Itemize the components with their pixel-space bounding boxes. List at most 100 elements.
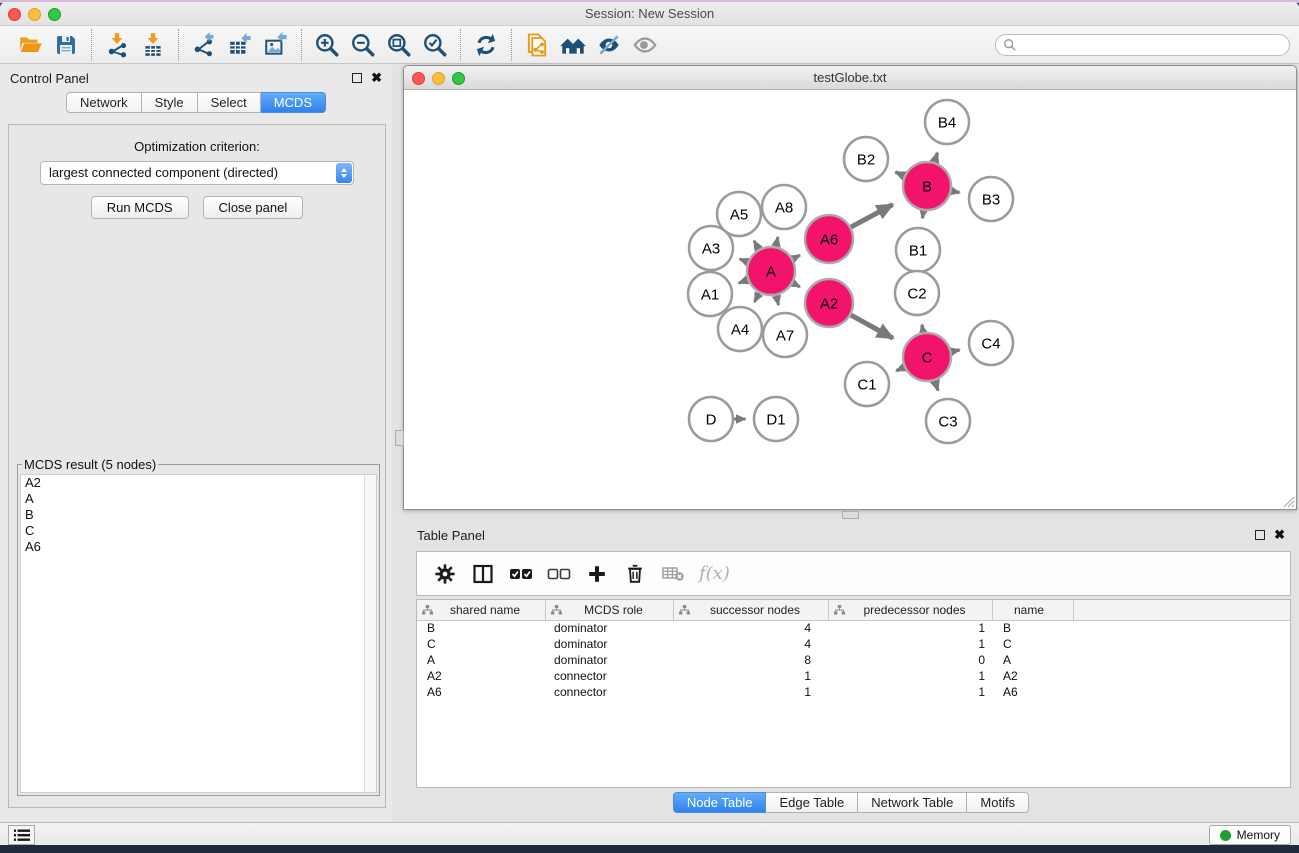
graph-edge-B-B2[interactable] — [895, 172, 904, 176]
save-session-button[interactable] — [48, 29, 84, 61]
table-tab-edge-table[interactable]: Edge Table — [766, 792, 858, 813]
table-cell[interactable]: dominator — [546, 653, 674, 669]
column-header-successor-nodes[interactable]: successor nodes — [674, 600, 829, 620]
graph-node-D1[interactable]: D1 — [754, 397, 798, 441]
graph-edge-A-A8[interactable] — [776, 237, 778, 247]
run-mcds-button[interactable]: Run MCDS — [91, 196, 189, 219]
column-header-MCDS-role[interactable]: MCDS role — [546, 600, 674, 620]
column-header-name[interactable]: name — [993, 600, 1074, 620]
refresh-button[interactable] — [468, 29, 504, 61]
export-table-button[interactable] — [222, 29, 258, 61]
table-float-panel-icon[interactable] — [1255, 530, 1265, 540]
deselect-all-button[interactable] — [545, 559, 573, 589]
graph-edge-C-C2[interactable] — [922, 325, 923, 332]
graph-node-A3[interactable]: A3 — [689, 226, 733, 270]
graph-node-B2[interactable]: B2 — [844, 137, 888, 181]
open-session-button[interactable] — [12, 29, 48, 61]
graph-node-A8[interactable]: A8 — [762, 185, 806, 229]
network-canvas[interactable]: B4B2BB3A8A5A6A3B1AA1C2A2A4A7C4CC1C3DD1 — [404, 90, 1296, 509]
table-cell[interactable]: A6 — [993, 685, 1074, 701]
hide-glasses-button[interactable] — [591, 29, 627, 61]
delete-table-button[interactable] — [659, 559, 687, 589]
close-panel-button[interactable]: Close panel — [203, 196, 304, 219]
control-tab-select[interactable]: Select — [198, 92, 261, 113]
table-row[interactable]: Cdominator41C — [417, 637, 1290, 653]
table-cell[interactable]: connector — [546, 685, 674, 701]
graph-edge-B-B1[interactable] — [922, 211, 923, 218]
graph-node-C4[interactable]: C4 — [969, 321, 1013, 365]
function-builder-button[interactable]: f(x) — [699, 563, 730, 584]
horizontal-splitter-handle[interactable] — [842, 511, 859, 519]
search-input[interactable] — [1017, 36, 1289, 54]
graph-edge-C-C4[interactable] — [951, 350, 959, 352]
table-tab-motifs[interactable]: Motifs — [967, 792, 1029, 813]
graph-edge-A2-C[interactable] — [851, 315, 893, 338]
table-cell[interactable]: B — [417, 621, 546, 637]
table-cell[interactable]: 4 — [674, 637, 829, 653]
graph-node-B3[interactable]: B3 — [969, 177, 1013, 221]
mcds-result-list[interactable]: A2ABCA6 — [20, 474, 377, 793]
graph-edge-A-A7[interactable] — [776, 295, 778, 305]
graph-node-D[interactable]: D — [689, 397, 733, 441]
table-row[interactable]: A2connector11A2 — [417, 669, 1290, 685]
table-row[interactable]: A6connector11A6 — [417, 685, 1290, 701]
table-tab-network-table[interactable]: Network Table — [858, 792, 967, 813]
graph-node-C3[interactable]: C3 — [926, 399, 970, 443]
table-cell[interactable]: dominator — [546, 637, 674, 653]
graph-node-B1[interactable]: B1 — [896, 228, 940, 272]
graph-edge-B-B4[interactable] — [934, 153, 937, 162]
table-cell[interactable]: dominator — [546, 621, 674, 637]
graph-node-A1[interactable]: A1 — [688, 272, 732, 316]
table-tab-node-table[interactable]: Node Table — [673, 792, 767, 813]
add-column-button[interactable] — [583, 559, 611, 589]
node-table[interactable]: shared nameMCDS rolesuccessor nodesprede… — [416, 599, 1291, 788]
graph-node-B[interactable]: B — [903, 162, 951, 210]
table-cell[interactable]: 1 — [674, 685, 829, 701]
mcds-result-item[interactable]: C — [21, 523, 376, 539]
export-image-button[interactable] — [258, 29, 294, 61]
table-cell[interactable]: A — [993, 653, 1074, 669]
zoom-out-button[interactable] — [345, 29, 381, 61]
vertical-splitter-handle[interactable] — [395, 430, 404, 446]
delete-button[interactable] — [621, 559, 649, 589]
resize-grip-icon[interactable] — [1282, 495, 1295, 508]
graph-node-A7[interactable]: A7 — [763, 313, 807, 357]
export-network-button[interactable] — [186, 29, 222, 61]
zoom-fit-button[interactable] — [381, 29, 417, 61]
table-cell[interactable]: 1 — [829, 685, 993, 701]
zoom-in-button[interactable] — [309, 29, 345, 61]
duplicate-network-button[interactable] — [519, 29, 555, 61]
graph-edge-A-A1[interactable] — [739, 280, 748, 283]
task-history-button[interactable] — [8, 825, 35, 845]
optimization-dropdown[interactable]: largest connected component (directed) — [40, 161, 354, 185]
import-network-button[interactable] — [99, 29, 135, 61]
table-cell[interactable]: 0 — [829, 653, 993, 669]
table-options-button[interactable] — [431, 559, 459, 589]
list-scrollbar[interactable] — [364, 475, 376, 792]
mcds-result-item[interactable]: A6 — [21, 539, 376, 555]
graph-node-C[interactable]: C — [903, 333, 951, 381]
column-header-predecessor-nodes[interactable]: predecessor nodes — [829, 600, 993, 620]
table-cell[interactable]: A2 — [417, 669, 546, 685]
show-column-panel-button[interactable] — [469, 559, 497, 589]
control-tab-mcds[interactable]: MCDS — [261, 92, 326, 113]
graph-node-A[interactable]: A — [747, 247, 795, 295]
table-cell[interactable]: A6 — [417, 685, 546, 701]
select-all-button[interactable] — [507, 559, 535, 589]
graph-edge-B-B3[interactable] — [951, 191, 959, 193]
zoom-selected-button[interactable] — [417, 29, 453, 61]
memory-button[interactable]: Memory — [1209, 825, 1291, 845]
graph-node-C1[interactable]: C1 — [845, 362, 889, 406]
mcds-result-item[interactable]: A — [21, 491, 376, 507]
network-minimize-button[interactable] — [432, 72, 445, 85]
minimize-window-button[interactable] — [28, 8, 41, 21]
close-panel-icon[interactable]: ✖ — [371, 73, 382, 83]
close-window-button[interactable] — [8, 8, 21, 21]
control-tab-network[interactable]: Network — [66, 92, 142, 113]
table-row[interactable]: Adominator80A — [417, 653, 1290, 669]
mcds-result-item[interactable]: B — [21, 507, 376, 523]
table-cell[interactable]: 4 — [674, 621, 829, 637]
table-cell[interactable]: A — [417, 653, 546, 669]
table-cell[interactable]: 1 — [829, 621, 993, 637]
table-cell[interactable]: C — [417, 637, 546, 653]
